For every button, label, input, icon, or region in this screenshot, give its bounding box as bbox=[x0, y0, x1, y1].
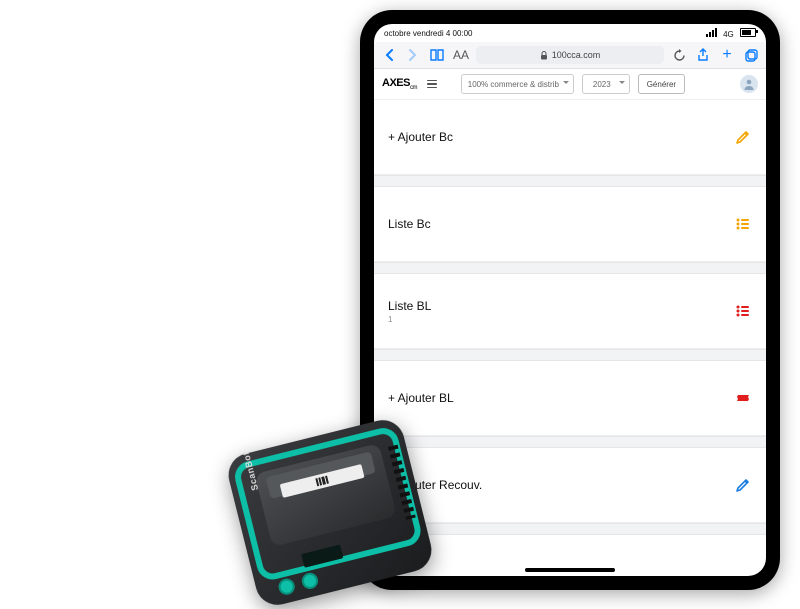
app-logo: AXEScm bbox=[382, 77, 417, 91]
forward-button[interactable] bbox=[404, 46, 422, 64]
person-icon bbox=[743, 78, 755, 90]
battery-icon bbox=[740, 28, 756, 37]
year-select[interactable]: 2023 bbox=[582, 74, 630, 94]
row-label: + Ajouter BL bbox=[388, 391, 454, 405]
menu-row[interactable]: Liste BL 1 bbox=[374, 274, 766, 349]
status-right: 4G bbox=[706, 28, 756, 39]
new-tab-button[interactable]: + bbox=[718, 46, 736, 64]
ticket-icon bbox=[734, 389, 752, 407]
signal-icon bbox=[706, 28, 717, 37]
reload-button[interactable] bbox=[670, 46, 688, 64]
share-button[interactable] bbox=[694, 46, 712, 64]
list-icon bbox=[734, 215, 752, 233]
tablet-screen: octobre vendredi 4 00:00 4G AA 100cca.co… bbox=[374, 24, 766, 576]
address-bar[interactable]: 100cca.com bbox=[476, 46, 664, 64]
tablet-frame: octobre vendredi 4 00:00 4G AA 100cca.co… bbox=[360, 10, 780, 590]
text-size-button[interactable]: AA bbox=[452, 46, 470, 64]
list-icon bbox=[734, 302, 752, 320]
company-select[interactable]: 100% commerce & distrib bbox=[461, 74, 574, 94]
row-label: Liste BL bbox=[388, 299, 431, 313]
pencil-icon bbox=[734, 476, 752, 494]
safari-toolbar: AA 100cca.com + bbox=[374, 42, 766, 69]
back-button[interactable] bbox=[380, 46, 398, 64]
row-divider bbox=[374, 175, 766, 187]
book-icon[interactable] bbox=[428, 46, 446, 64]
row-divider bbox=[374, 349, 766, 361]
row-subtext: 1 bbox=[388, 315, 431, 324]
menu-row[interactable]: Liste Bc bbox=[374, 187, 766, 262]
address-domain: 100cca.com bbox=[552, 50, 601, 60]
menu-row[interactable]: + Ajouter Recouv. bbox=[374, 448, 766, 523]
pencil-icon bbox=[734, 128, 752, 146]
menu-button[interactable] bbox=[427, 80, 437, 89]
network-label: 4G bbox=[723, 30, 734, 39]
user-avatar[interactable] bbox=[740, 75, 758, 93]
menu-row[interactable]: + Ajouter BL bbox=[374, 361, 766, 436]
menu-list: + Ajouter Bc Liste Bc Liste BL 1 + Ajouter B… bbox=[374, 100, 766, 564]
row-divider bbox=[374, 523, 766, 535]
status-datetime: octobre vendredi 4 00:00 bbox=[384, 29, 473, 38]
row-label: Liste Bc bbox=[388, 217, 431, 231]
lock-icon bbox=[540, 51, 548, 60]
generate-button[interactable]: Générer bbox=[638, 74, 685, 94]
row-label: + Ajouter Bc bbox=[388, 130, 453, 144]
row-divider bbox=[374, 262, 766, 274]
menu-row[interactable]: + Ajouter Bc bbox=[374, 100, 766, 175]
app-header: AXEScm 100% commerce & distrib 2023 Géné… bbox=[374, 69, 766, 100]
ios-status-bar: octobre vendredi 4 00:00 4G bbox=[374, 24, 766, 42]
tabs-button[interactable] bbox=[742, 46, 760, 64]
row-divider bbox=[374, 436, 766, 448]
